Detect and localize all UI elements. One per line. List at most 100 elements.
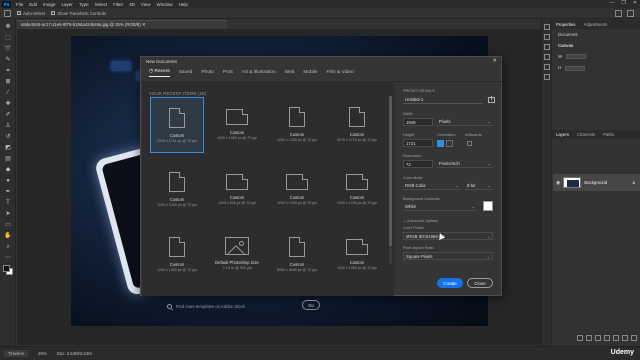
- hand-tool-icon[interactable]: ✋: [4, 232, 12, 240]
- menu-3d[interactable]: 3D: [126, 2, 138, 7]
- tab-print[interactable]: Print: [223, 70, 233, 77]
- shape-tool-icon[interactable]: ▭: [4, 221, 12, 229]
- layer-row-background[interactable]: ◉ Background 🔒︎: [553, 174, 640, 191]
- timeline-tab[interactable]: Timeline: [4, 350, 29, 357]
- adjustment-layer-icon[interactable]: [604, 335, 610, 341]
- path-select-tool-icon[interactable]: ➤: [4, 210, 12, 218]
- color-panel-icon[interactable]: [544, 34, 550, 40]
- dialog-close-icon[interactable]: ✕: [492, 58, 497, 64]
- eye-icon[interactable]: ◉: [556, 180, 560, 186]
- landscape-orientation-button[interactable]: [446, 140, 453, 147]
- document-tab[interactable]: a8de4549-ac17-11e6-9f76-b19da424b45a.jpg…: [17, 20, 227, 29]
- search-toolbar-icon[interactable]: [615, 10, 622, 17]
- resolution-input[interactable]: 72: [403, 160, 433, 168]
- menu-filter[interactable]: Filter: [110, 2, 126, 7]
- type-tool-icon[interactable]: T: [4, 199, 12, 207]
- tab-film-video[interactable]: Film & Video: [327, 70, 354, 77]
- auto-select-checkbox[interactable]: [17, 10, 21, 15]
- history-panel-icon[interactable]: [544, 24, 550, 30]
- new-layer-icon[interactable]: [622, 335, 628, 341]
- move-tool-icon[interactable]: [4, 9, 11, 17]
- preset-item[interactable]: Custom 1200 x 1200 px @ 72 ppi: [150, 227, 204, 283]
- close-window-button[interactable]: ✕: [633, 0, 637, 6]
- preset-item[interactable]: Custom 1600 x 1200 px @ 72 ppi: [270, 97, 324, 153]
- color-profile-select[interactable]: sRGB IEC61966-2.1 ⌄: [403, 232, 493, 240]
- foreground-color-swatch[interactable]: [3, 265, 10, 272]
- history-brush-tool-icon[interactable]: ↺: [4, 133, 12, 141]
- preset-item[interactable]: Custom 1200 x 1200 px @ 72 ppi: [270, 162, 324, 218]
- crop-tool-icon[interactable]: ⌗: [4, 67, 12, 75]
- link-layers-icon[interactable]: [577, 335, 583, 341]
- preset-item[interactable]: Custom 1200 x 628 px @ 72 ppi: [210, 162, 264, 218]
- preset-item[interactable]: Custom 1949 x 1721 px @ 72 ppi: [150, 97, 204, 153]
- move-tool-icon[interactable]: ✥: [4, 23, 12, 31]
- paragraph-panel-icon[interactable]: [544, 74, 550, 80]
- canvas-height-field[interactable]: [565, 65, 586, 71]
- zoom-tool-icon[interactable]: ⌕: [4, 243, 12, 251]
- stamp-tool-icon[interactable]: ♙: [4, 122, 12, 130]
- group-icon[interactable]: [613, 335, 619, 341]
- artboards-checkbox[interactable]: [467, 141, 472, 146]
- document-name-input[interactable]: Untitled-1: [403, 96, 483, 104]
- color-mode-select[interactable]: RGB Color ⌄: [403, 182, 461, 190]
- preset-item[interactable]: Custom 6000 x 4000 px @ 72 ppi: [270, 227, 324, 283]
- save-preset-icon[interactable]: [488, 96, 495, 103]
- scrollbar-thumb[interactable]: [389, 96, 392, 246]
- go-button[interactable]: Go: [302, 300, 320, 310]
- preset-item[interactable]: Custom 3276 x 2776 px @ 72 ppi: [330, 97, 384, 153]
- tab-adjustments[interactable]: Adjustments: [584, 22, 608, 27]
- bit-depth-select[interactable]: 8 bit ⌄: [465, 182, 493, 190]
- create-button[interactable]: Create: [437, 278, 463, 288]
- quick-select-tool-icon[interactable]: ✎: [4, 56, 12, 64]
- canvas-width-field[interactable]: [566, 54, 587, 60]
- brush-panel-icon[interactable]: [544, 54, 550, 60]
- tab-channels[interactable]: Channels: [577, 132, 595, 137]
- menu-window[interactable]: Window: [154, 2, 176, 7]
- stock-search-input[interactable]: Find more templates on Adobe Stock: [176, 304, 245, 309]
- stock-search[interactable]: Find more templates on Adobe Stock: [167, 300, 347, 312]
- preset-item[interactable]: Custom 1200 x 1200 px @ 72 ppi: [150, 162, 204, 218]
- workspace-icon[interactable]: [627, 10, 634, 17]
- fx-icon[interactable]: [586, 335, 592, 341]
- background-color-swatch[interactable]: [483, 201, 493, 211]
- portrait-orientation-button[interactable]: [437, 140, 444, 147]
- frame-tool-icon[interactable]: ⊠: [4, 78, 12, 86]
- restore-button[interactable]: ❐: [621, 0, 625, 6]
- background-contents-select[interactable]: White ⌄: [403, 203, 477, 211]
- tab-properties[interactable]: Properties: [556, 22, 576, 27]
- trash-icon[interactable]: [631, 335, 637, 341]
- preset-item[interactable]: Custom 1920 x 1080 px @ 72 ppi: [330, 227, 384, 283]
- swatches-panel-icon[interactable]: [544, 44, 550, 50]
- menu-layer[interactable]: Layer: [59, 2, 76, 7]
- width-unit-select[interactable]: Pixels ⌄: [437, 118, 493, 126]
- close-button[interactable]: Close: [467, 278, 493, 288]
- healing-tool-icon[interactable]: ✚: [4, 100, 12, 108]
- gradient-tool-icon[interactable]: ▤: [4, 155, 12, 163]
- preset-item[interactable]: Custom 1920 x 1080 px @ 72 ppi: [210, 97, 264, 153]
- menu-edit[interactable]: Edit: [26, 2, 40, 7]
- mask-icon[interactable]: [595, 335, 601, 341]
- blur-tool-icon[interactable]: ◆: [4, 166, 12, 174]
- tab-saved[interactable]: Saved: [179, 70, 193, 77]
- recent-scrollbar[interactable]: [389, 96, 392, 264]
- more-tools-icon[interactable]: ⋯: [4, 254, 12, 262]
- eraser-tool-icon[interactable]: ◩: [4, 144, 12, 152]
- dodge-tool-icon[interactable]: ●: [4, 177, 12, 185]
- eyedropper-tool-icon[interactable]: ⁄: [4, 89, 12, 97]
- preset-item[interactable]: Default Photoshop Size 7 x 5 in @ 300 pp…: [210, 227, 264, 283]
- tab-paths[interactable]: Paths: [603, 132, 614, 137]
- lock-icon[interactable]: 🔒︎: [632, 180, 635, 186]
- tab-recent[interactable]: ◷ Recent: [149, 69, 170, 77]
- tab-mobile[interactable]: Mobile: [303, 70, 317, 77]
- brush-tool-icon[interactable]: ✐: [4, 111, 12, 119]
- auto-select-option[interactable]: Auto-Select: [17, 10, 45, 16]
- resolution-unit-select[interactable]: Pixels/Inch ⌄: [437, 160, 493, 168]
- pixel-aspect-select[interactable]: Square Pixels ⌄: [403, 252, 493, 260]
- tab-web[interactable]: Web: [285, 70, 295, 77]
- menu-image[interactable]: Image: [40, 2, 59, 7]
- menu-type[interactable]: Type: [76, 2, 92, 7]
- advanced-options-toggle[interactable]: ⌄ Advanced Options: [403, 218, 438, 223]
- height-input[interactable]: 1721: [403, 139, 433, 147]
- tab-art-illustration[interactable]: Art & Illustration: [242, 70, 276, 77]
- menu-select[interactable]: Select: [92, 2, 111, 7]
